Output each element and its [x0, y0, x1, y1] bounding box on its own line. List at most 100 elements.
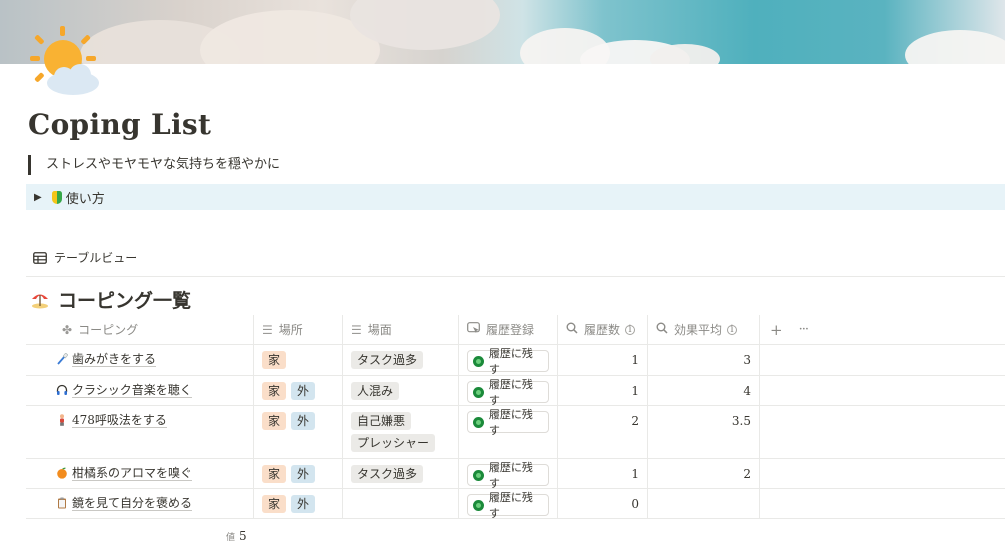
empty-cell — [760, 459, 1005, 488]
place-tag: 外 — [291, 382, 316, 400]
coping-name[interactable]: クラシック音楽を聴く — [72, 383, 192, 398]
place-tag: 家 — [262, 351, 287, 369]
place-tag: 家 — [262, 465, 287, 483]
scene-tag: 自己嫌悪 — [351, 412, 412, 430]
place-cell[interactable]: 家外 — [254, 406, 343, 458]
history-register-cell: 履歴に残す — [459, 489, 558, 520]
table-row[interactable]: 歯みがきをする 家 タスク過多 履歴に残す 1 3 — [26, 345, 1005, 376]
scene-cell[interactable] — [343, 489, 459, 518]
empty-cell — [760, 406, 1005, 458]
info-icon[interactable]: i — [727, 324, 738, 335]
effect-average-cell — [648, 489, 760, 518]
usage-toggle[interactable]: ▶ 使い方 — [26, 184, 1005, 210]
scene-tag: タスク過多 — [351, 465, 424, 483]
beginner-mark-icon — [51, 190, 63, 204]
view-divider — [26, 276, 1005, 277]
place-cell[interactable]: 家外 — [254, 459, 343, 488]
scene-tag: 人混み — [351, 382, 400, 400]
coping-cell[interactable]: 柑橘系のアロマを嗅ぐ — [26, 459, 254, 488]
place-tag: 家 — [262, 382, 287, 400]
count-value: 5 — [239, 529, 247, 543]
register-history-button[interactable]: 履歴に残す — [467, 408, 549, 437]
history-count-cell: 0 — [558, 489, 648, 518]
beach-umbrella-icon — [30, 290, 50, 310]
place-cell[interactable]: 家外 — [254, 376, 343, 405]
table-row[interactable]: 鏡を見て自分を褒める 家外 履歴に残す 0 — [26, 489, 1005, 520]
scene-cell[interactable]: 自己嫌悪 プレッシャー — [343, 406, 459, 458]
place-tag: 外 — [291, 412, 316, 430]
column-header-scene[interactable]: ☰ 場面 — [343, 315, 459, 344]
clipboard-icon — [56, 497, 68, 509]
history-count-cell: 2 — [558, 406, 648, 458]
column-header-history-count[interactable]: 履歴数 i — [558, 315, 648, 344]
search-icon — [656, 322, 668, 337]
history-register-cell: 履歴に残す — [459, 406, 558, 458]
count-label: 値 — [226, 533, 236, 543]
place-tag: 外 — [291, 495, 316, 513]
scene-cell[interactable]: タスク過多 — [343, 345, 459, 375]
coping-cell[interactable]: 鏡を見て自分を褒める — [26, 489, 254, 518]
view-tab-label: テーブルビュー — [54, 251, 138, 265]
effect-average-cell: 2 — [648, 459, 760, 488]
effect-average-cell: 3 — [648, 345, 760, 375]
database-title-text: コーピング一覧 — [58, 290, 192, 312]
column-header-effect-average[interactable]: 効果平均 i — [648, 315, 760, 344]
table-row[interactable]: 柑橘系のアロマを嗅ぐ 家外 タスク過多 履歴に残す 1 2 — [26, 459, 1005, 490]
four-leaf-clover-icon — [473, 499, 484, 511]
coping-name[interactable]: 478呼吸法をする — [72, 413, 167, 428]
tangerine-icon — [56, 467, 68, 479]
add-column-button[interactable]: + — [770, 321, 783, 339]
four-leaf-clover-icon — [473, 416, 484, 428]
page-title[interactable]: Coping List — [28, 108, 211, 141]
four-leaf-clover-icon — [473, 469, 484, 481]
register-history-button[interactable]: 履歴に残す — [467, 347, 549, 376]
table-footer-count[interactable]: 値 5 — [226, 529, 247, 543]
coping-cell[interactable]: 478呼吸法をする — [26, 406, 254, 458]
column-actions: + ··· — [760, 315, 1005, 344]
place-cell[interactable]: 家外 — [254, 489, 343, 518]
place-tag: 家 — [262, 412, 287, 430]
register-history-button[interactable]: 履歴に残す — [467, 491, 549, 520]
coping-name[interactable]: 歯みがきをする — [72, 352, 157, 367]
scene-cell[interactable]: 人混み — [343, 376, 459, 405]
clover-icon: ✤ — [62, 322, 73, 337]
toggle-arrow-icon[interactable]: ▶ — [34, 192, 42, 203]
sun-behind-cloud-icon[interactable] — [26, 26, 102, 98]
effect-average-cell: 4 — [648, 376, 760, 405]
history-count-cell: 1 — [558, 459, 648, 488]
table-body: 歯みがきをする 家 タスク過多 履歴に残す 1 3 クラシック音楽を聴く 家外 — [26, 345, 1005, 520]
list-icon: ☰ — [262, 322, 273, 337]
search-icon — [566, 322, 578, 337]
more-options-button[interactable]: ··· — [799, 322, 809, 337]
table-icon — [33, 251, 47, 264]
headphones-icon — [56, 384, 68, 396]
column-header-history-register[interactable]: 履歴登録 — [459, 315, 558, 344]
empty-cell — [760, 376, 1005, 405]
column-header-coping[interactable]: ✤ コーピング — [26, 315, 254, 344]
page-cover — [0, 0, 1005, 64]
toothbrush-icon — [56, 352, 69, 365]
place-cell[interactable]: 家 — [254, 345, 343, 375]
history-count-cell: 1 — [558, 376, 648, 405]
four-leaf-clover-icon — [473, 386, 484, 398]
view-tab-table[interactable]: テーブルビュー — [33, 249, 137, 266]
database-title[interactable]: コーピング一覧 — [30, 286, 191, 313]
effect-average-cell: 3.5 — [648, 406, 760, 458]
coping-cell[interactable]: クラシック音楽を聴く — [26, 376, 254, 405]
page-quote[interactable]: ストレスやモヤモヤな気持ちを穏やかに — [28, 155, 280, 175]
register-history-button[interactable]: 履歴に残す — [467, 378, 549, 407]
coping-name[interactable]: 柑橘系のアロマを嗅ぐ — [72, 466, 193, 481]
history-register-cell: 履歴に残す — [459, 459, 558, 490]
empty-cell — [760, 489, 1005, 518]
place-tag: 家 — [262, 495, 287, 513]
four-leaf-clover-icon — [473, 355, 484, 367]
table-row[interactable]: クラシック音楽を聴く 家外 人混み 履歴に残す 1 4 — [26, 376, 1005, 407]
scene-cell[interactable]: タスク過多 — [343, 459, 459, 488]
info-icon[interactable]: i — [625, 324, 636, 335]
register-history-button[interactable]: 履歴に残す — [467, 461, 549, 490]
table-row[interactable]: 478呼吸法をする 家外 自己嫌悪 プレッシャー 履歴に残す 2 3.5 — [26, 406, 1005, 459]
coping-name[interactable]: 鏡を見て自分を褒める — [72, 496, 193, 511]
column-header-place[interactable]: ☰ 場所 — [254, 315, 343, 344]
coping-cell[interactable]: 歯みがきをする — [26, 345, 254, 375]
person-icon — [56, 414, 68, 426]
